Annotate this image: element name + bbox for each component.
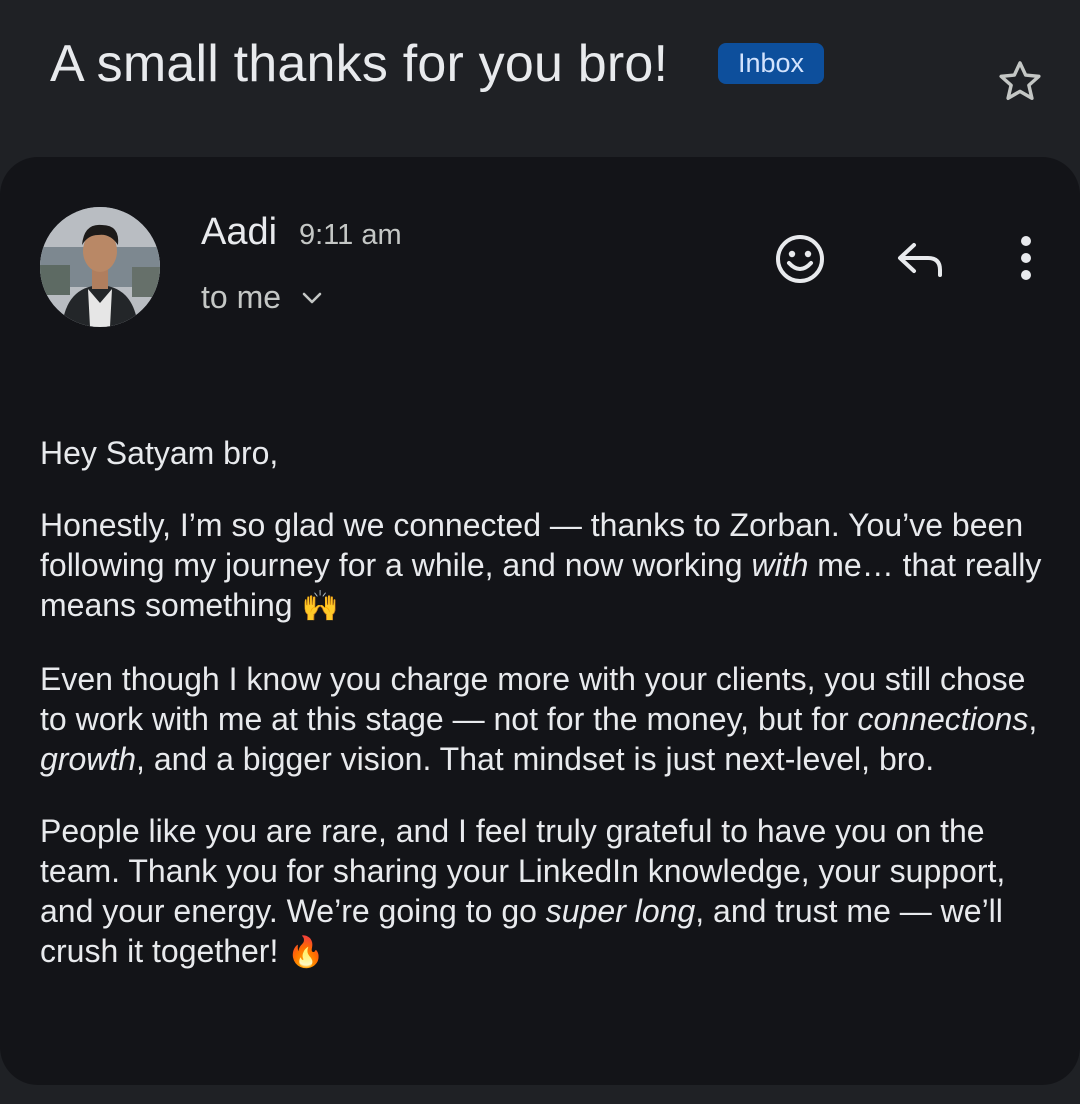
recipient-label: to me (201, 279, 282, 315)
more-vert-icon[interactable] (998, 231, 1054, 287)
greeting: Hey Satyam bro, (40, 435, 279, 471)
body-paragraph-2: Even though I know you charge more with … (40, 661, 1038, 777)
chevron-down-icon (302, 292, 322, 303)
body-paragraph-1: Honestly, I’m so glad we connected — tha… (40, 507, 1042, 623)
sender-name[interactable]: Aadi (201, 211, 277, 254)
message-card: Aadi 9:11 am to me Hey Satyam bro, Hones… (0, 157, 1080, 1085)
email-header: A small thanks for you bro! Inbox (0, 0, 1080, 158)
email-subject: A small thanks for you bro! (50, 35, 669, 93)
reply-icon[interactable] (892, 231, 948, 287)
raised-hands-emoji: 🙌 (301, 590, 339, 623)
fire-emoji: 🔥 (287, 936, 325, 969)
sent-time: 9:11 am (299, 219, 402, 251)
sender-avatar[interactable] (40, 207, 160, 327)
star-icon[interactable] (994, 56, 1046, 108)
recipient-details-toggle[interactable]: to me (201, 279, 323, 316)
emoji-icon[interactable] (772, 231, 828, 287)
message-body: Hey Satyam bro, Honestly, I’m so glad we… (40, 433, 1050, 1005)
body-paragraph-3: People like you are rare, and I feel tru… (40, 813, 1006, 969)
inbox-label-badge[interactable]: Inbox (718, 43, 825, 84)
